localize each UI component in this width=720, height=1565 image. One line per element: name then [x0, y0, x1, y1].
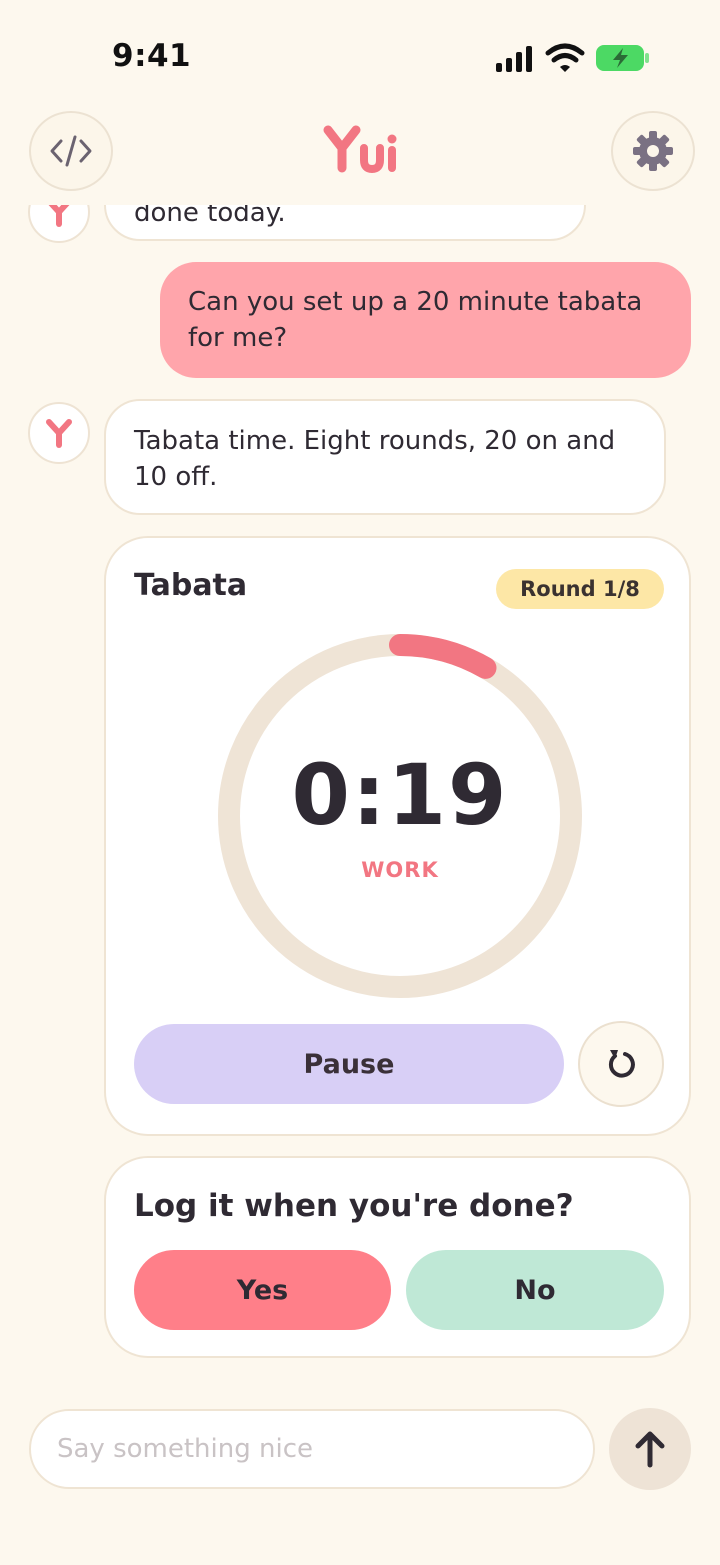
log-question: Log it when you're done? [134, 1188, 574, 1224]
arrow-up-icon [635, 1431, 665, 1468]
code-icon [50, 135, 92, 167]
yes-button[interactable]: Yes [134, 1250, 391, 1330]
bot-message-bubble: done today. [104, 205, 586, 241]
no-button[interactable]: No [406, 1250, 664, 1330]
bot-avatar [28, 402, 90, 464]
cellular-icon [496, 46, 532, 72]
yui-logo [323, 125, 397, 174]
message-input[interactable] [29, 1409, 595, 1489]
reset-icon [608, 1050, 635, 1078]
round-badge: Round 1/8 [496, 569, 664, 609]
avatar-logo-icon [46, 419, 72, 448]
bot-message-text: done today. [134, 205, 286, 228]
tabata-timer-card: Tabata Round 1/8 0:19 WORK Pause [104, 536, 691, 1136]
wifi-icon [545, 43, 585, 72]
timer-display: 0:19 [291, 746, 509, 844]
user-message-bubble: Can you set up a 20 minute tabata for me… [160, 262, 691, 378]
reset-button[interactable] [578, 1021, 664, 1107]
timer-phase-label: WORK [361, 858, 439, 882]
settings-button[interactable] [611, 111, 695, 191]
battery-charging-icon [596, 45, 649, 71]
bot-message-text: Tabata time. Eight rounds, 20 on and 10 … [134, 426, 616, 492]
send-button[interactable] [609, 1408, 691, 1490]
bot-avatar [28, 205, 90, 243]
pause-button[interactable]: Pause [134, 1024, 564, 1104]
gear-icon [633, 131, 673, 171]
log-prompt-card: Log it when you're done? Yes No [104, 1156, 691, 1358]
timer-card-title: Tabata [134, 568, 248, 603]
avatar-logo-icon [48, 205, 70, 227]
bot-message-bubble: Tabata time. Eight rounds, 20 on and 10 … [104, 399, 666, 515]
user-message-text: Can you set up a 20 minute tabata for me… [188, 287, 643, 353]
status-time: 9:41 [112, 38, 192, 74]
chat-scroll-area[interactable]: done today. Can you set up a 20 minute t… [0, 205, 720, 1385]
code-button[interactable] [29, 111, 113, 191]
